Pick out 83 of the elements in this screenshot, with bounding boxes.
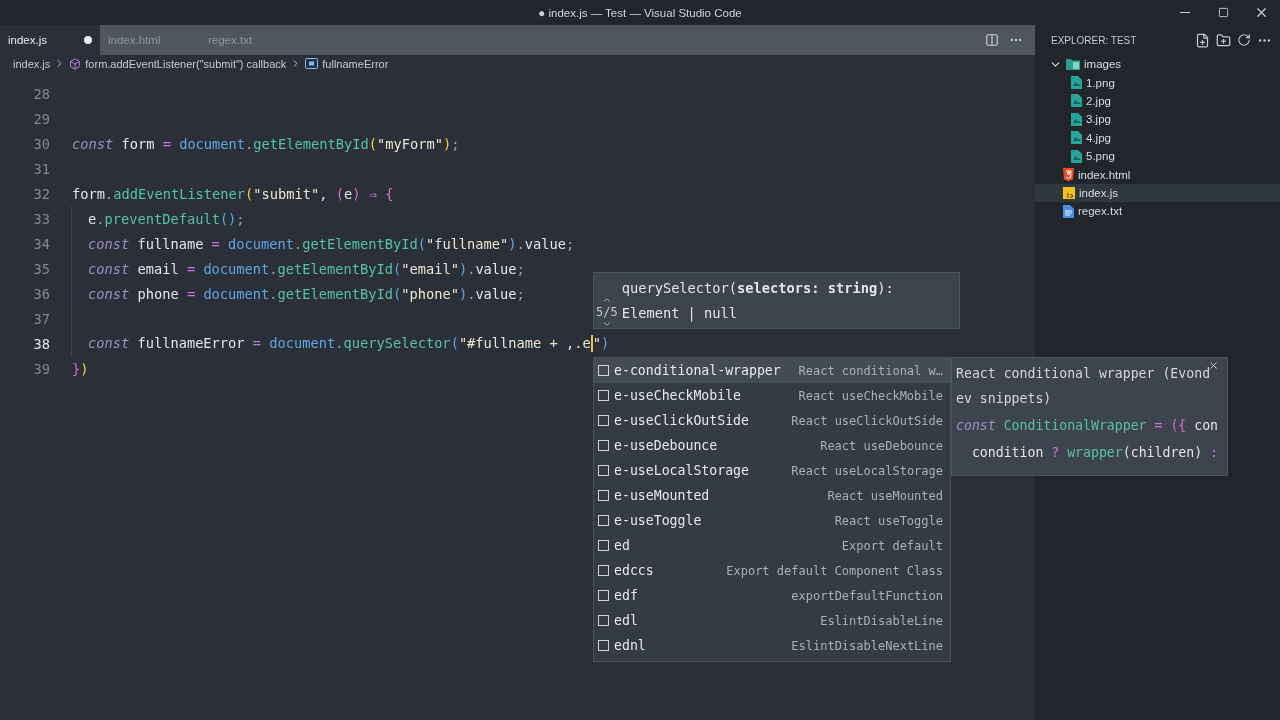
breadcrumb-item[interactable]: form.addEventListener("submit") callback xyxy=(85,57,287,70)
snippet-icon xyxy=(598,365,609,376)
tree-item[interactable]: 5.png xyxy=(1035,146,1280,166)
tree-item[interactable]: 1.png xyxy=(1035,73,1280,92)
code-line: form.addEventListener("submit", (e) ⇒ { xyxy=(72,185,394,202)
suggestion-item[interactable]: ed Export default xyxy=(594,533,950,558)
code-line: const fullnameError = document.querySelector("#fullname + ,.e") xyxy=(88,334,610,353)
minimize-icon xyxy=(1180,12,1190,13)
line-number: 29 xyxy=(32,110,50,127)
text-file-icon xyxy=(1063,204,1074,218)
suggestion-item[interactable]: edl EslintDisableLine xyxy=(594,608,950,633)
image-file-icon xyxy=(1071,149,1082,163)
line-number: 32 xyxy=(32,185,50,202)
snippet-icon xyxy=(598,540,609,551)
refresh-icon[interactable] xyxy=(1237,32,1251,48)
snippet-description: React conditional wrapper (Evondev snippets) xyxy=(956,365,1211,408)
line-number: 36 xyxy=(32,285,50,302)
snippet-icon xyxy=(598,440,609,451)
snippet-icon xyxy=(598,390,609,401)
split-editor-icon[interactable] xyxy=(985,33,999,47)
suggestion-item[interactable]: e-useMounted React useMounted xyxy=(594,483,950,508)
tree-item[interactable]: index.js xyxy=(1035,183,1280,203)
code-line: }) xyxy=(72,360,89,377)
line-number: 38 xyxy=(32,335,50,352)
suggestion-item[interactable]: ednl EslintDisableNextLine xyxy=(594,633,950,658)
tree-item[interactable]: 4.jpg xyxy=(1035,128,1280,147)
image-file-icon xyxy=(1071,94,1082,108)
editor-tab[interactable]: index.js xyxy=(0,25,100,55)
folder-icon xyxy=(1066,58,1080,71)
code-line: condition ? wrapper(children) : xyxy=(970,444,1220,462)
line-number: 37 xyxy=(32,310,50,327)
suggestion-item[interactable]: e-useLocalStorage React useLocalStorage xyxy=(594,458,950,483)
image-file-icon xyxy=(1071,131,1082,145)
tree-item[interactable]: 3.jpg xyxy=(1035,110,1280,129)
new-folder-icon[interactable] xyxy=(1216,32,1231,48)
suggestion-item[interactable]: e-conditional-wrapper React conditional w… xyxy=(594,358,950,383)
image-file-icon xyxy=(1071,112,1082,126)
explorer-title: EXPLORER: TEST xyxy=(1051,34,1137,46)
breadcrumb-item[interactable]: fullnameError xyxy=(322,57,389,70)
line-number: 28 xyxy=(32,85,50,102)
suggestion-item[interactable]: e-useToggle React useToggle xyxy=(594,508,950,533)
snippet-icon xyxy=(598,465,609,476)
line-number: 30 xyxy=(32,135,50,152)
suggestion-item[interactable]: e-useDebounce React useDebounce xyxy=(594,433,950,458)
signature-text: querySelector(selectors: string): Element | null xyxy=(621,278,895,324)
code-line: const ConditionalWrapper = ({ con xyxy=(956,417,1220,435)
close-icon[interactable] xyxy=(1208,360,1219,371)
line-number: 33 xyxy=(32,210,50,227)
tree-item[interactable]: regex.txt xyxy=(1035,202,1280,221)
snippet-icon xyxy=(598,640,609,651)
variable-icon xyxy=(305,58,319,69)
suggestion-item[interactable]: e-useClickOutSide React useClickOutSide xyxy=(594,408,950,433)
line-number: 31 xyxy=(32,160,50,177)
new-file-icon[interactable] xyxy=(1195,32,1210,48)
code-line: const form = document.getElementById("myForm"); xyxy=(72,135,460,152)
suggestion-item[interactable]: e-useCheckMobile React useCheckMobile xyxy=(594,383,950,408)
line-number: 39 xyxy=(32,360,50,377)
breadcrumb-item[interactable]: index.js xyxy=(13,57,51,70)
tree-item[interactable]: 2.jpg xyxy=(1035,91,1280,111)
text-cursor xyxy=(590,335,593,353)
snippet-icon xyxy=(598,590,609,601)
window-title: ● index.js — Test — Visual Studio Code xyxy=(538,6,742,19)
tree-item[interactable]: index.html xyxy=(1035,165,1280,184)
code-line: const phone = document.getElementById("phone").value; xyxy=(88,285,525,302)
overload-counter: 5/5 xyxy=(596,304,618,319)
suggestion-item[interactable]: edf exportDefaultFunction xyxy=(594,583,950,608)
snippet-icon xyxy=(598,515,609,526)
snippet-icon xyxy=(598,565,609,576)
snippet-icon xyxy=(598,415,609,426)
code-line: const email = document.getElementById("email").value; xyxy=(88,260,525,277)
snippet-icon xyxy=(598,490,609,501)
line-number: 35 xyxy=(32,260,50,277)
snippet-icon xyxy=(598,615,609,626)
cube-icon xyxy=(69,57,82,70)
image-file-icon xyxy=(1071,76,1082,90)
tree-item[interactable]: images xyxy=(1035,55,1280,74)
code-line: e.preventDefault(); xyxy=(88,210,245,227)
html-file-icon xyxy=(1063,168,1074,182)
js-file-icon xyxy=(1063,186,1075,199)
maximize-icon xyxy=(1217,7,1229,18)
code-line: const fullname = document.getElementById("fullname").value; xyxy=(88,235,575,252)
line-number: 34 xyxy=(32,235,50,252)
suggestion-item[interactable]: edccs Export default Component Class xyxy=(594,558,950,583)
